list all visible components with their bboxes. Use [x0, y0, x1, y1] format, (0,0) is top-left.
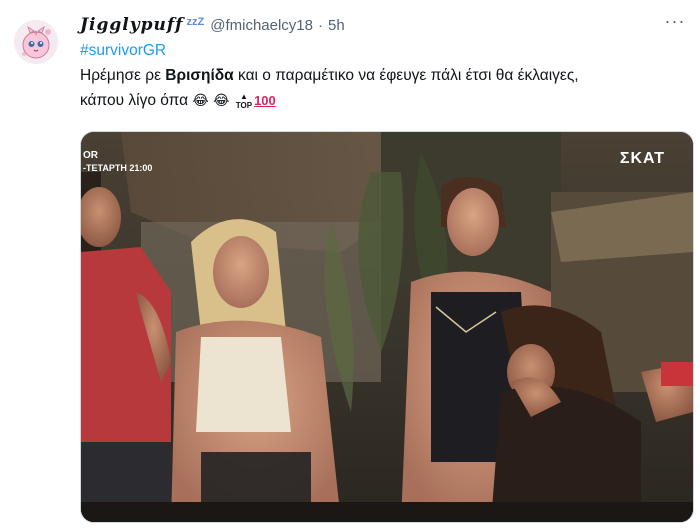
hundred-emoji-icon: 100 [254, 93, 276, 109]
hashtag-link[interactable]: #survivorGR [80, 42, 166, 60]
laugh-emoji-icon: 😂 [192, 92, 209, 109]
avatar[interactable] [14, 20, 58, 64]
program-schedule: -ΤΕΤΑΡΤΗ 21:00 [83, 163, 153, 173]
more-icon[interactable]: ··· [662, 12, 688, 34]
display-name[interactable]: Jigglypuff [80, 15, 183, 35]
separator-dot: · [318, 16, 323, 34]
tweet-text-segment: και ο παραμέτικο να έφευγε πάλι έτσι θα … [233, 67, 579, 84]
user-handle[interactable]: @fmichaelcy18 [210, 17, 313, 34]
top-emoji-icon: ▲ TOP [235, 92, 253, 110]
tweet-card[interactable]: Jigglypuff zzZ @fmichaelcy18 · 5h ··· #s… [0, 0, 700, 532]
tweet-timestamp[interactable]: 5h [328, 17, 345, 34]
tweet-text-segment: Ηρέμησε ρε [80, 67, 166, 84]
program-title: OR [83, 150, 98, 161]
tweet-text-segment: κάπου λίγο όπα [80, 92, 193, 110]
tweet-text-line-2: κάπου λίγο όπα 😂 😂 ▲ TOP 100 [80, 92, 276, 110]
laugh-emoji-icon: 😂 [213, 92, 230, 109]
top-emoji-label: TOP [235, 101, 253, 110]
sleep-emoji: zzZ [186, 16, 205, 28]
tweet-text-line-1: Ηρέμησε ρε Βρισηίδα και ο παραμέτικο να … [80, 67, 579, 85]
tweet-media-image[interactable]: ΣΚΑΤ OR -ΤΕΤΑΡΤΗ 21:00 [80, 131, 694, 523]
avatar-jigglypuff-icon [14, 20, 58, 64]
channel-logo: ΣΚΑΤ [619, 150, 665, 167]
scene-photo [81, 132, 693, 522]
tweet-header: Jigglypuff zzZ @fmichaelcy18 · 5h [80, 14, 345, 36]
tweet-text-bold: Βρισηίδα [165, 67, 234, 84]
